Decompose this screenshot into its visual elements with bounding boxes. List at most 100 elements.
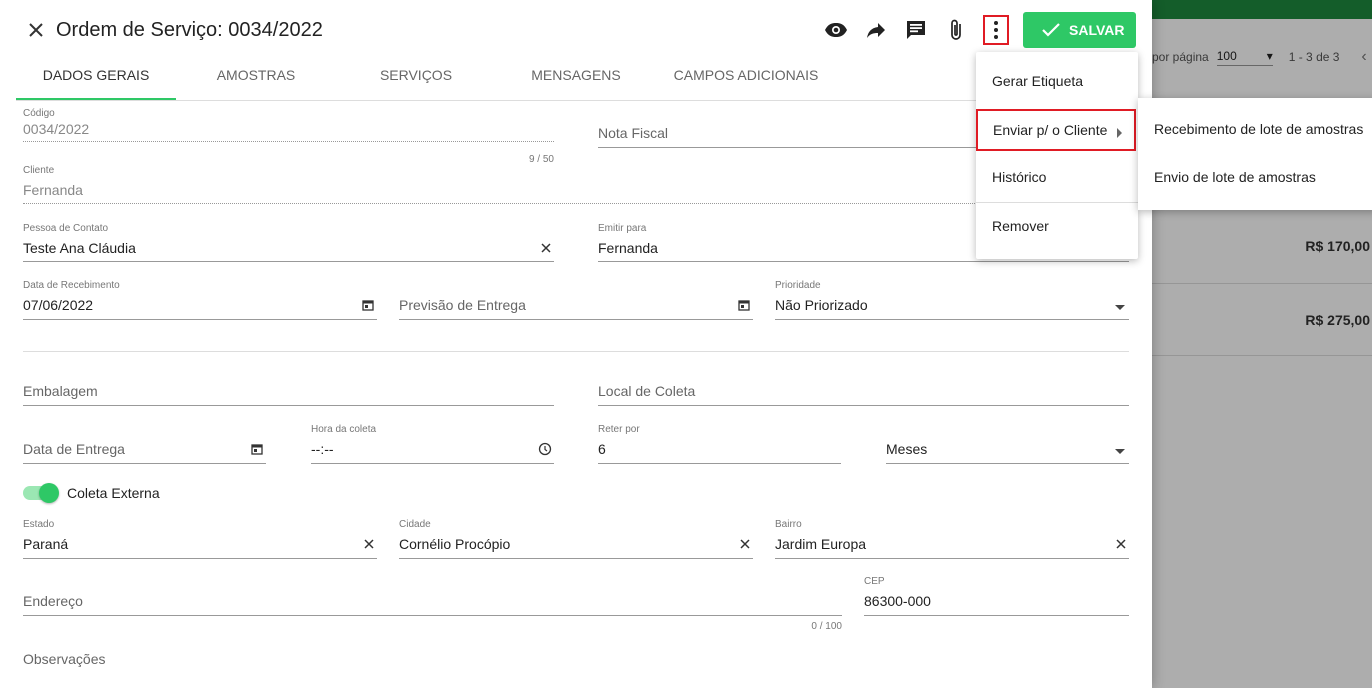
more-options-menu: Gerar Etiqueta Enviar p/ o Cliente Histó… <box>976 52 1138 259</box>
field-underline <box>23 615 842 616</box>
field-underline <box>23 558 377 559</box>
field-underline <box>886 463 1129 464</box>
dialog-header: Ordem de Serviço: 0034/2022 SALVAR <box>0 0 1152 60</box>
pessoa-contato-field[interactable]: Pessoa de Contato Teste Ana Cláudia <box>23 223 554 263</box>
observacoes-placeholder[interactable]: Observações <box>23 651 105 667</box>
hora-coleta-value: --:-- <box>311 441 334 457</box>
field-underline <box>598 405 1129 406</box>
local-coleta-placeholder: Local de Coleta <box>598 383 696 399</box>
page-title: Ordem de Serviço: 0034/2022 <box>56 19 323 41</box>
clear-icon[interactable] <box>361 536 377 552</box>
field-underline <box>399 558 753 559</box>
prioridade-value: Não Priorizado <box>775 297 868 313</box>
submenu-item-envio-lote[interactable]: Envio de lote de amostras <box>1138 153 1372 201</box>
menu-item-remover[interactable]: Remover <box>976 202 1138 250</box>
tab-bar: DADOS GERAIS AMOSTRAS SERVIÇOS MENSAGENS… <box>16 60 1136 101</box>
field-underline <box>23 405 554 406</box>
endereco-counter: 0 / 100 <box>811 621 842 632</box>
bairro-label: Bairro <box>775 519 802 530</box>
cep-field[interactable]: CEP 86300-000 <box>864 576 1129 616</box>
close-icon[interactable] <box>24 18 48 42</box>
emitir-para-label: Emitir para <box>598 223 647 234</box>
calendar-icon[interactable] <box>250 442 266 458</box>
more-vert-icon[interactable] <box>983 15 1009 45</box>
hora-coleta-label: Hora da coleta <box>311 424 377 435</box>
field-underline <box>399 319 753 320</box>
field-underline <box>23 319 377 320</box>
estado-value: Paraná <box>23 536 69 552</box>
field-underline <box>598 463 841 464</box>
field-underline <box>23 463 266 464</box>
comment-icon[interactable] <box>904 18 928 42</box>
menu-item-enviar-cliente[interactable]: Enviar p/ o Cliente <box>976 109 1136 151</box>
cidade-label: Cidade <box>399 519 431 530</box>
menu-item-label: Enviar p/ o Cliente <box>993 122 1108 138</box>
cep-value: 86300-000 <box>864 593 931 609</box>
estado-label: Estado <box>23 519 55 530</box>
calendar-icon[interactable] <box>361 298 377 314</box>
tab-mensagens[interactable]: MENSAGENS <box>496 60 656 100</box>
prioridade-select[interactable]: Prioridade Não Priorizado <box>775 280 1129 320</box>
share-arrow-icon[interactable] <box>864 18 888 42</box>
eye-icon[interactable] <box>824 18 848 42</box>
data-entrega-placeholder: Data de Entrega <box>23 441 125 457</box>
check-icon <box>1042 23 1060 37</box>
submenu-arrow-icon <box>1117 128 1122 138</box>
dropdown-arrow-icon[interactable] <box>1113 443 1129 459</box>
cliente-label: Cliente <box>23 165 55 176</box>
save-label: SALVAR <box>1069 22 1125 38</box>
data-entrega-field[interactable]: Data de Entrega <box>23 424 266 464</box>
field-underline <box>864 615 1129 616</box>
clear-icon[interactable] <box>1113 536 1129 552</box>
field-underline <box>23 261 554 262</box>
codigo-label: Código <box>23 108 55 119</box>
attachment-icon[interactable] <box>944 18 968 42</box>
field-underline <box>23 141 554 142</box>
hora-coleta-field[interactable]: Hora da coleta --:-- <box>311 424 554 464</box>
save-button[interactable]: SALVAR <box>1023 12 1136 48</box>
tab-servicos[interactable]: SERVIÇOS <box>336 60 496 100</box>
tab-campos-adicionais[interactable]: CAMPOS ADICIONAIS <box>656 60 836 100</box>
endereco-placeholder: Endereço <box>23 593 83 609</box>
field-underline <box>598 261 1129 262</box>
menu-item-historico[interactable]: Histórico <box>976 153 1138 201</box>
data-recebimento-label: Data de Recebimento <box>23 280 120 291</box>
nota-fiscal-placeholder: Nota Fiscal <box>598 125 669 141</box>
embalagem-placeholder: Embalagem <box>23 383 98 399</box>
tab-amostras[interactable]: AMOSTRAS <box>176 60 336 100</box>
calendar-icon[interactable] <box>737 298 753 314</box>
tab-dados-gerais[interactable]: DADOS GERAIS <box>16 60 176 100</box>
cliente-field[interactable]: Cliente Fernanda <box>23 165 1129 205</box>
reter-unidade-value: Meses <box>886 441 928 457</box>
prioridade-label: Prioridade <box>775 280 821 291</box>
reter-unidade-select[interactable]: Meses <box>886 424 1129 464</box>
coleta-externa-toggle[interactable] <box>23 483 59 503</box>
menu-item-gerar-etiqueta[interactable]: Gerar Etiqueta <box>976 57 1138 105</box>
endereco-field[interactable]: Endereço 0 / 100 <box>23 576 842 636</box>
codigo-field[interactable]: Código 0034/2022 9 / 50 <box>23 108 554 168</box>
clock-icon[interactable] <box>538 442 554 458</box>
data-recebimento-field[interactable]: Data de Recebimento 07/06/2022 <box>23 280 377 320</box>
cidade-field[interactable]: Cidade Cornélio Procópio <box>399 519 753 559</box>
pessoa-contato-label: Pessoa de Contato <box>23 223 109 234</box>
dropdown-arrow-icon[interactable] <box>1113 299 1129 315</box>
data-recebimento-value: 07/06/2022 <box>23 297 94 313</box>
cliente-value: Fernanda <box>23 182 83 198</box>
reter-por-field[interactable]: Reter por 6 <box>598 424 841 464</box>
send-to-client-submenu: Recebimento de lote de amostras Envio de… <box>1138 98 1372 210</box>
embalagem-field[interactable]: Embalagem <box>23 368 554 408</box>
field-underline <box>775 319 1129 320</box>
reter-por-label: Reter por <box>598 424 640 435</box>
codigo-value: 0034/2022 <box>23 121 90 137</box>
submenu-item-recebimento-lote[interactable]: Recebimento de lote de amostras <box>1138 105 1372 153</box>
field-underline <box>23 203 1129 204</box>
clear-icon[interactable] <box>737 536 753 552</box>
toggle-knob <box>39 483 59 503</box>
bairro-field[interactable]: Bairro Jardim Europa <box>775 519 1129 559</box>
previsao-entrega-field[interactable]: Previsão de Entrega <box>399 280 753 320</box>
local-coleta-field[interactable]: Local de Coleta <box>598 368 1129 408</box>
pessoa-contato-value: Teste Ana Cláudia <box>23 240 136 256</box>
clear-icon[interactable] <box>538 240 554 256</box>
estado-field[interactable]: Estado Paraná <box>23 519 377 559</box>
field-underline <box>775 558 1129 559</box>
